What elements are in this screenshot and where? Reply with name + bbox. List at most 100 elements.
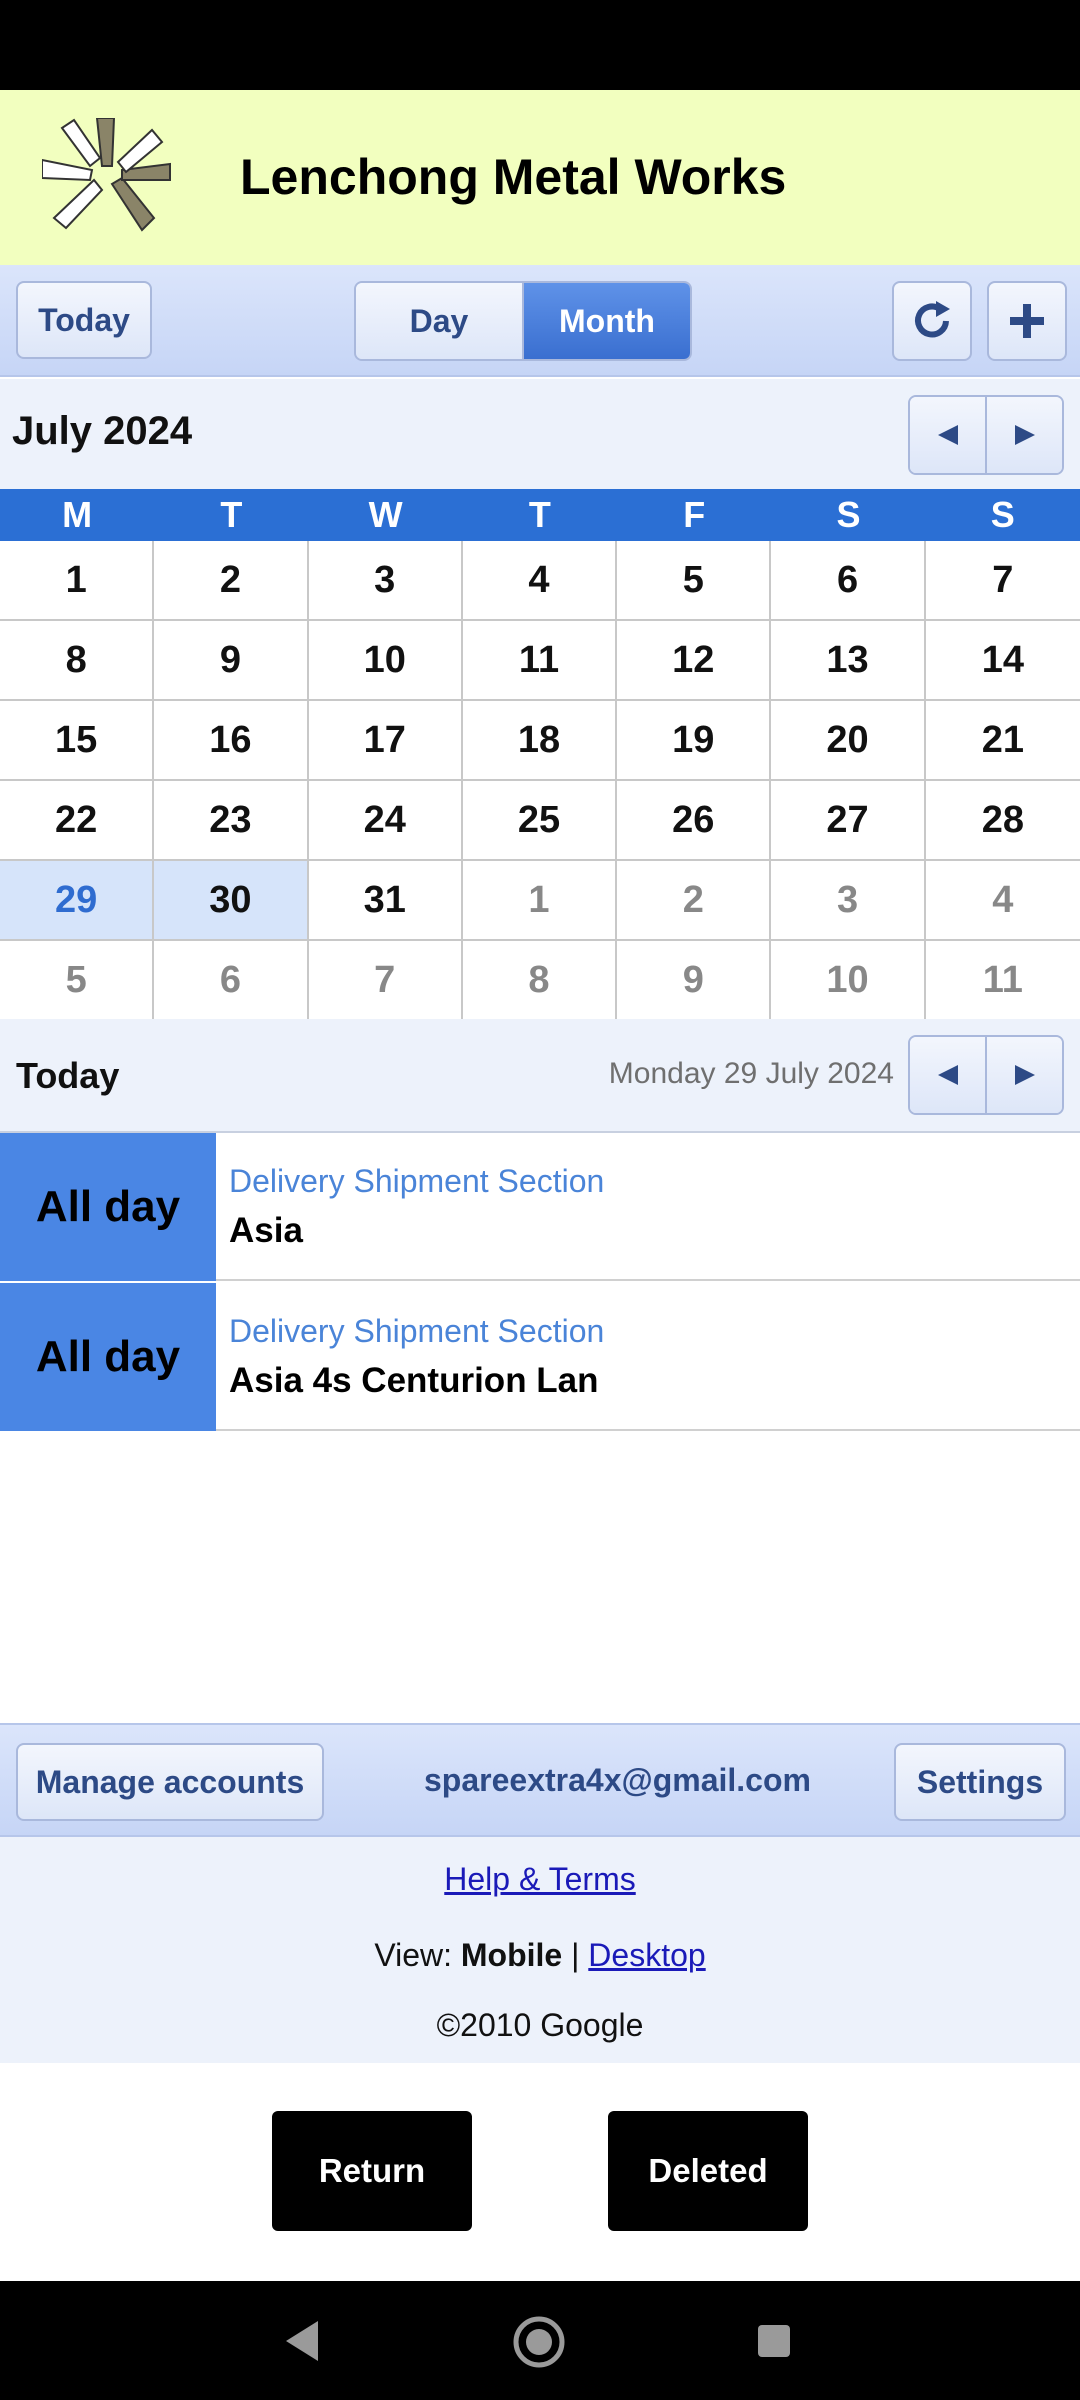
event-calendar-name: Delivery Shipment Section <box>229 1163 605 1199</box>
day-cell[interactable]: 21 <box>925 701 1080 781</box>
month-header: July 2024 <box>0 379 1080 489</box>
event-title: Asia 4s Centurion Lan <box>229 1361 599 1400</box>
day-cell-next-month[interactable]: 11 <box>925 941 1080 1021</box>
day-cell[interactable]: 25 <box>462 781 618 861</box>
month-view-button[interactable]: Month <box>524 283 690 359</box>
day-cell[interactable]: 3 <box>308 541 463 621</box>
weekday-label: T <box>528 494 551 535</box>
next-month-button[interactable] <box>985 397 1062 473</box>
account-bar: Manage accounts spareextra4x@gmail.com S… <box>0 1723 1080 1837</box>
event-time: All day <box>0 1283 216 1431</box>
day-cell-next-month[interactable]: 2 <box>617 861 772 941</box>
month-title: July 2024 <box>12 409 193 453</box>
day-cell-next-month[interactable]: 5 <box>0 941 155 1021</box>
refresh-button[interactable] <box>892 281 972 361</box>
previous-month-button[interactable] <box>910 397 985 473</box>
day-cell[interactable]: 9 <box>154 621 309 701</box>
day-cell[interactable]: 27 <box>771 781 926 861</box>
day-cell-next-month[interactable]: 4 <box>925 861 1080 941</box>
day-cell-next-month[interactable]: 6 <box>154 941 309 1021</box>
weekday-label: S <box>836 494 861 535</box>
month-navigation <box>908 395 1064 475</box>
day-cell[interactable]: 22 <box>0 781 155 861</box>
action-bar: Return Deleted <box>0 2063 1080 2281</box>
day-cell-next-month[interactable]: 10 <box>771 941 926 1021</box>
refresh-icon <box>915 301 950 338</box>
settings-button[interactable]: Settings <box>894 1743 1066 1821</box>
day-cell[interactable]: 1 <box>0 541 155 621</box>
previous-day-button[interactable] <box>910 1037 985 1113</box>
day-cell[interactable]: 31 <box>308 861 463 941</box>
day-cell[interactable]: 26 <box>617 781 772 861</box>
weekday-header: M T W T F S S <box>0 489 1080 541</box>
next-day-button[interactable] <box>985 1037 1062 1113</box>
view-prefix: View: <box>374 1937 461 1973</box>
day-cell[interactable]: 28 <box>925 781 1080 861</box>
day-cell[interactable]: 16 <box>154 701 309 781</box>
day-cell-next-month[interactable]: 9 <box>617 941 772 1021</box>
weekday-label: F <box>683 494 706 535</box>
day-navigation <box>908 1035 1064 1115</box>
account-email: spareextra4x@gmail.com <box>424 1762 811 1798</box>
app-title: Lenchong Metal Works <box>240 149 787 205</box>
copyright: ©2010 Google <box>436 2007 644 2043</box>
day-cell[interactable]: 23 <box>154 781 309 861</box>
event-title: Asia <box>229 1211 303 1250</box>
day-cell[interactable]: 18 <box>462 701 618 781</box>
event-time: All day <box>0 1133 216 1281</box>
arrow-right-icon <box>1014 425 1035 445</box>
return-button[interactable]: Return <box>272 2111 472 2231</box>
agenda-date: Monday 29 July 2024 <box>608 1057 894 1090</box>
status-bar <box>0 0 1080 90</box>
calendar-toolbar: Today Day Month <box>0 265 1080 377</box>
event-item[interactable]: All day Delivery Shipment Section Asia <box>0 1133 1080 1281</box>
deleted-button[interactable]: Deleted <box>608 2111 808 2231</box>
add-event-button[interactable] <box>987 281 1067 361</box>
day-cell-next-month[interactable]: 1 <box>462 861 618 941</box>
day-cell[interactable]: 5 <box>617 541 772 621</box>
month-grid: 1 2 3 4 5 6 7 8 9 10 11 12 13 14 15 16 1… <box>0 541 1080 1021</box>
day-cell[interactable]: 8 <box>0 621 155 701</box>
star-logo-icon <box>42 118 171 232</box>
day-cell[interactable]: 19 <box>617 701 772 781</box>
weekday-label: W <box>368 494 403 535</box>
day-cell[interactable]: 13 <box>771 621 926 701</box>
day-cell-selected[interactable]: 30 <box>154 861 309 941</box>
weekday-label: S <box>990 494 1015 535</box>
app-header: Lenchong Metal Works <box>0 90 1080 265</box>
arrow-left-icon <box>937 1065 958 1085</box>
weekday-label: M <box>62 494 93 535</box>
day-cell[interactable]: 6 <box>771 541 926 621</box>
footer: Help & Terms View: Mobile | Desktop ©201… <box>0 1837 1080 2063</box>
day-cell[interactable]: 15 <box>0 701 155 781</box>
view-desktop-link[interactable]: Desktop <box>588 1937 705 1973</box>
event-item[interactable]: All day Delivery Shipment Section Asia 4… <box>0 1283 1080 1431</box>
day-cell-next-month[interactable]: 8 <box>462 941 618 1021</box>
day-cell[interactable]: 11 <box>462 621 618 701</box>
weekday-label: T <box>220 494 243 535</box>
day-cell-today[interactable]: 29 <box>0 861 155 941</box>
agenda-title: Today <box>16 1055 120 1096</box>
day-cell[interactable]: 2 <box>154 541 309 621</box>
day-cell[interactable]: 17 <box>308 701 463 781</box>
day-view-button[interactable]: Day <box>356 283 524 359</box>
recents-icon[interactable] <box>756 2323 792 2359</box>
help-terms-link[interactable]: Help & Terms <box>444 1861 635 1897</box>
day-cell[interactable]: 10 <box>308 621 463 701</box>
day-cell[interactable]: 24 <box>308 781 463 861</box>
day-cell[interactable]: 4 <box>462 541 618 621</box>
day-cell[interactable]: 7 <box>925 541 1080 621</box>
day-cell[interactable]: 20 <box>771 701 926 781</box>
system-nav-bar <box>0 2281 1080 2400</box>
today-button[interactable]: Today <box>16 281 152 359</box>
view-separator: | <box>562 1937 589 1973</box>
arrow-left-icon <box>937 425 958 445</box>
event-calendar-name: Delivery Shipment Section <box>229 1313 605 1349</box>
manage-accounts-button[interactable]: Manage accounts <box>16 1743 324 1821</box>
back-icon[interactable] <box>282 2319 322 2363</box>
day-cell-next-month[interactable]: 7 <box>308 941 463 1021</box>
home-icon[interactable] <box>512 2315 566 2369</box>
day-cell[interactable]: 12 <box>617 621 772 701</box>
day-cell[interactable]: 14 <box>925 621 1080 701</box>
day-cell-next-month[interactable]: 3 <box>771 861 926 941</box>
